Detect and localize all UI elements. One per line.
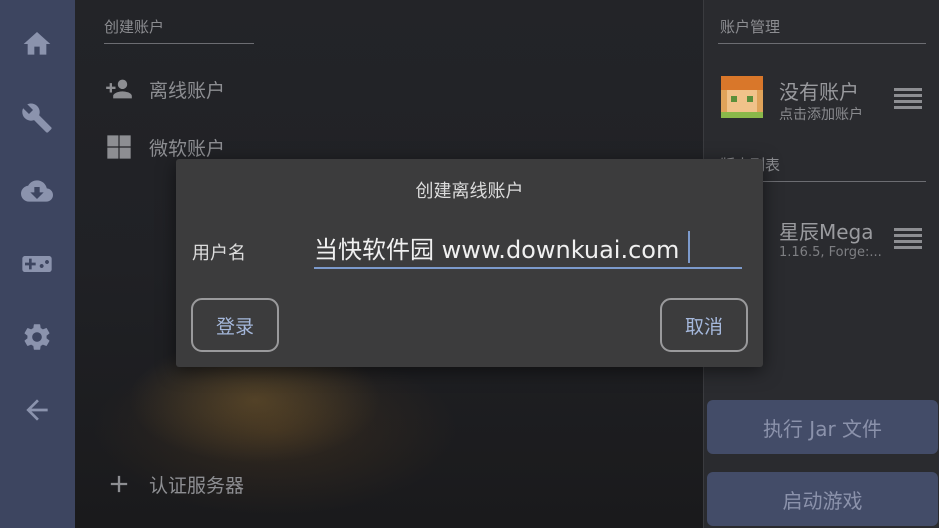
gear-icon bbox=[24, 324, 50, 350]
home-icon bbox=[23, 32, 51, 55]
cancel-button[interactable]: 取消 bbox=[660, 298, 748, 352]
account-name: 没有账户 bbox=[779, 80, 859, 104]
nav-games-button[interactable] bbox=[14, 241, 60, 287]
login-button[interactable]: 登录 bbox=[191, 298, 279, 352]
version-detail: 1.16.5, Forge:... bbox=[779, 245, 882, 260]
version-list-icon[interactable] bbox=[894, 228, 922, 250]
auth-server-item[interactable]: 认证服务器 bbox=[105, 470, 244, 498]
avatar bbox=[721, 76, 763, 118]
gamepad-icon bbox=[22, 256, 52, 272]
run-jar-button[interactable]: 执行 Jar 文件 bbox=[707, 400, 938, 454]
account-divider bbox=[718, 43, 926, 44]
nav-settings-button[interactable] bbox=[14, 314, 60, 360]
account-manage-heading: 账户管理 bbox=[720, 18, 781, 36]
add-person-icon bbox=[106, 79, 132, 99]
account-hint: 点击添加账户 bbox=[779, 107, 863, 123]
wrench-icon bbox=[22, 103, 52, 133]
nav-back-button[interactable] bbox=[14, 387, 60, 433]
dialog-title: 创建离线账户 bbox=[415, 181, 524, 202]
text-caret bbox=[688, 231, 690, 263]
create-account-heading: 创建账户 bbox=[104, 18, 165, 36]
nav-tools-button[interactable] bbox=[14, 95, 60, 141]
microsoft-logo-icon bbox=[107, 135, 131, 159]
account-list-icon[interactable] bbox=[894, 88, 922, 110]
nav-rail bbox=[0, 0, 75, 528]
microsoft-account-label: 微软账户 bbox=[149, 137, 226, 160]
create-offline-account-dialog: 创建离线账户 用户名 登录 取消 bbox=[176, 159, 763, 367]
version-name: 星辰Mega bbox=[779, 220, 874, 244]
offline-account-item[interactable]: 离线账户 bbox=[105, 75, 225, 103]
username-input[interactable] bbox=[314, 227, 742, 269]
microsoft-account-item[interactable]: 微软账户 bbox=[105, 133, 225, 161]
launch-game-button[interactable]: 启动游戏 bbox=[707, 472, 938, 526]
nav-download-button[interactable] bbox=[14, 168, 60, 214]
username-label: 用户名 bbox=[192, 243, 246, 264]
back-arrow-icon bbox=[26, 399, 48, 421]
cloud-download-icon bbox=[21, 180, 53, 202]
plus-icon bbox=[110, 475, 128, 493]
heading-divider bbox=[104, 43, 254, 44]
offline-account-label: 离线账户 bbox=[149, 79, 226, 102]
auth-server-label: 认证服务器 bbox=[149, 474, 245, 497]
nav-home-button[interactable] bbox=[14, 21, 60, 67]
